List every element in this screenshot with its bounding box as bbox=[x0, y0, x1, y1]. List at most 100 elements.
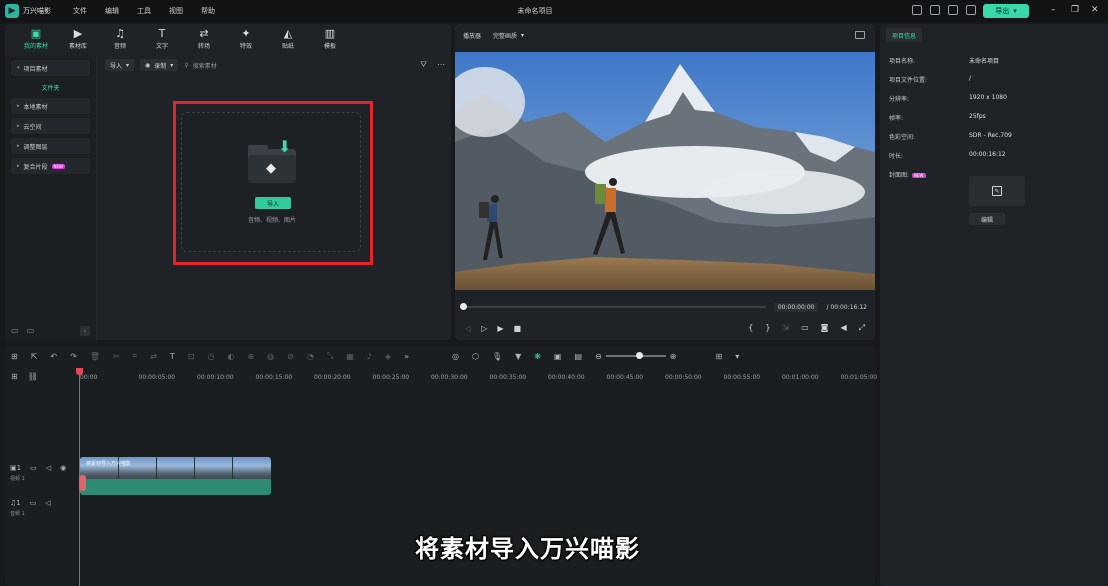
new-folder-icon[interactable]: ▭ bbox=[11, 326, 19, 336]
mic-icon[interactable]: 🎙 bbox=[492, 352, 502, 361]
split-icon[interactable]: ✂ bbox=[113, 352, 120, 361]
pip-icon[interactable]: ▣ bbox=[554, 352, 562, 361]
quality-dropdown[interactable]: 完整画质 ▾ bbox=[493, 31, 524, 40]
chevron-down-icon[interactable]: ▾ bbox=[735, 352, 739, 361]
playhead-handle[interactable] bbox=[76, 368, 83, 375]
mark-in-icon[interactable]: { bbox=[748, 323, 753, 333]
folder-icon[interactable]: ▭ bbox=[30, 464, 37, 472]
insert-icon[interactable]: ⇲ bbox=[782, 323, 789, 333]
import-dropdown[interactable]: 导入 ▾ bbox=[105, 59, 135, 71]
folder-icon[interactable]: ▭ bbox=[27, 326, 35, 336]
playhead-cursor[interactable] bbox=[79, 475, 86, 491]
folder-icon[interactable]: ▭ bbox=[30, 499, 37, 507]
fit-icon[interactable]: ⤡ bbox=[327, 351, 333, 361]
prev-frame-icon[interactable]: ◁ bbox=[465, 324, 471, 333]
sidebar-item-folder[interactable]: 文件夹 bbox=[11, 80, 90, 94]
stabilize-icon[interactable]: ⊘ bbox=[287, 352, 294, 361]
add-track-icon[interactable]: ⊞ bbox=[11, 372, 18, 381]
crop-icon[interactable]: ⌗ bbox=[133, 351, 138, 361]
export-button[interactable]: 导出 ▾ bbox=[983, 4, 1029, 18]
snapshot-icon[interactable] bbox=[855, 31, 865, 39]
timer-icon[interactable]: ◔ bbox=[307, 352, 314, 361]
tab-folder-media[interactable]: ▣ 我的素材 bbox=[15, 24, 57, 54]
zoom-slider[interactable] bbox=[605, 352, 666, 359]
mute-icon[interactable]: ◁ bbox=[46, 464, 51, 472]
fullscreen-icon[interactable]: ⤢ bbox=[859, 323, 865, 333]
save-icon[interactable] bbox=[930, 5, 940, 15]
snap-icon[interactable]: ❋ bbox=[534, 352, 541, 361]
mark-out-icon[interactable]: } bbox=[765, 323, 770, 333]
step-back-icon[interactable]: ▷ bbox=[481, 324, 487, 333]
close-icon[interactable]: ✕ bbox=[1091, 5, 1099, 15]
keyframe-icon[interactable]: ◈ bbox=[385, 352, 391, 361]
speed-icon[interactable]: ◷ bbox=[207, 352, 214, 361]
support-icon[interactable] bbox=[966, 5, 976, 15]
layout-grid-icon[interactable]: ⊞ bbox=[11, 352, 18, 361]
collapse-sidebar-icon[interactable]: ‹ bbox=[80, 326, 90, 336]
tab-sticker[interactable]: ◭ 贴纸 bbox=[267, 24, 309, 54]
mute-icon[interactable]: ◁ bbox=[45, 499, 50, 507]
record-dropdown[interactable]: ◉ 录制 ▾ bbox=[140, 59, 179, 71]
mask-icon[interactable]: ◐ bbox=[227, 352, 234, 361]
sidebar-item-cloud[interactable]: ▸ 云空间 bbox=[11, 118, 90, 134]
zoom-out-icon[interactable]: ⊖ bbox=[595, 352, 602, 361]
menu-edit[interactable]: 编辑 bbox=[105, 6, 119, 16]
chart-icon[interactable]: ▦ bbox=[346, 352, 354, 361]
ai-icon[interactable]: ▼ bbox=[515, 352, 521, 361]
transition-tool-icon[interactable]: ⇄ bbox=[150, 352, 157, 361]
menu-tools[interactable]: 工具 bbox=[137, 6, 151, 16]
progress-bar[interactable] bbox=[460, 303, 766, 310]
prop-key: 项目名称: bbox=[889, 58, 916, 65]
tab-project-info[interactable]: 项目信息 bbox=[886, 28, 923, 42]
maximize-icon[interactable]: ❐ bbox=[1071, 5, 1079, 15]
render-icon[interactable]: ◎ bbox=[452, 352, 459, 361]
tab-text[interactable]: T 文字 bbox=[141, 24, 183, 54]
search-input[interactable]: ⚲ 搜索素材 bbox=[184, 61, 216, 70]
zoom-knob[interactable] bbox=[635, 352, 643, 359]
zoom-clip-icon[interactable]: ⊕ bbox=[247, 352, 254, 361]
display-icon[interactable]: ▭ bbox=[801, 323, 809, 333]
delete-icon[interactable]: 🗑 bbox=[90, 352, 100, 361]
tab-music[interactable]: ♫ 音频 bbox=[99, 24, 141, 54]
more-tools-icon[interactable]: » bbox=[404, 352, 409, 361]
time-ruler[interactable]: 00:00 00:00:05:00 00:00:10:00 00:00:15:00 00… bbox=[80, 370, 877, 384]
audio-edit-icon[interactable]: ♪ bbox=[367, 352, 372, 361]
sidebar-item-project-media[interactable]: ▾ 项目素材 bbox=[11, 60, 90, 76]
subtitle-icon[interactable]: ▤ bbox=[575, 352, 583, 361]
menu-view[interactable]: 视图 bbox=[169, 6, 183, 16]
color-icon[interactable]: ◍ bbox=[267, 352, 274, 361]
zoom-in-icon[interactable]: ⊕ bbox=[670, 352, 677, 361]
tab-transition[interactable]: ⇄ 转场 bbox=[183, 24, 225, 54]
stop-icon[interactable]: ■ bbox=[513, 324, 521, 333]
layout-icon[interactable] bbox=[912, 5, 922, 15]
progress-knob[interactable] bbox=[460, 303, 467, 310]
tab-library[interactable]: ▶ 素材库 bbox=[57, 24, 99, 54]
cloud-icon[interactable] bbox=[948, 5, 958, 15]
menu-file[interactable]: 文件 bbox=[73, 6, 87, 16]
sidebar-item-adjustment-layer[interactable]: ▸ 调整图层 bbox=[11, 138, 90, 154]
sidebar-item-compound-clip[interactable]: ▸ 复合片段 NEW bbox=[11, 158, 90, 174]
visibility-icon[interactable]: ◉ bbox=[60, 464, 66, 472]
camera-icon[interactable]: ◙ bbox=[821, 323, 829, 333]
marker-icon[interactable]: ⬡ bbox=[472, 352, 479, 361]
sidebar-item-local-media[interactable]: ▸ 本地素材 bbox=[11, 98, 90, 114]
redo-icon[interactable]: ↷ bbox=[70, 352, 77, 361]
link-icon[interactable]: ⛓ bbox=[28, 372, 38, 381]
select-tool-icon[interactable]: ⇱ bbox=[31, 352, 38, 361]
menu-help[interactable]: 帮助 bbox=[201, 6, 215, 16]
freeze-icon[interactable]: ⊡ bbox=[188, 352, 195, 361]
play-icon[interactable]: ▶ bbox=[497, 324, 503, 333]
cover-image-box[interactable]: ✎ bbox=[969, 176, 1025, 206]
more-icon[interactable]: ⋯ bbox=[437, 60, 445, 70]
tab-effects[interactable]: ✦ 特效 bbox=[225, 24, 267, 54]
text-tool-icon[interactable]: T bbox=[170, 352, 175, 361]
filter-icon[interactable]: ⛛ bbox=[420, 60, 427, 70]
minimize-icon[interactable]: – bbox=[1051, 5, 1056, 15]
timeline-clip[interactable]: 将素材导入万兴喵影 bbox=[80, 457, 271, 495]
video-preview[interactable] bbox=[455, 52, 875, 290]
edit-cover-button[interactable]: 编辑 bbox=[969, 213, 1005, 225]
view-grid-icon[interactable]: ⊞ bbox=[715, 352, 722, 361]
undo-icon[interactable]: ↶ bbox=[50, 352, 57, 361]
tab-template[interactable]: ▥ 模板 bbox=[309, 24, 351, 54]
volume-icon[interactable]: ◀ bbox=[840, 323, 846, 333]
